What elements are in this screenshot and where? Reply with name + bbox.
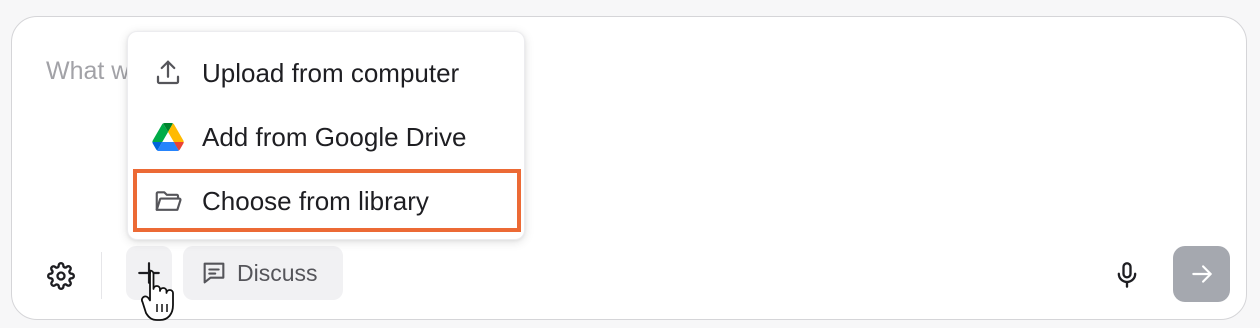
menu-item-upload-from-computer[interactable]: Upload from computer <box>136 45 518 101</box>
folder-open-icon <box>151 184 185 218</box>
menu-item-add-from-google-drive[interactable]: Add from Google Drive <box>136 109 518 165</box>
settings-button[interactable] <box>42 257 80 295</box>
toolbar-divider <box>101 252 102 299</box>
menu-item-label: Add from Google Drive <box>202 121 467 152</box>
attach-plus-button[interactable] <box>126 246 172 300</box>
menu-item-label: Upload from computer <box>202 57 460 88</box>
send-button[interactable] <box>1173 246 1230 302</box>
gear-icon <box>47 262 75 290</box>
attach-menu: Upload from computer Add from Google Dri… <box>127 31 525 240</box>
google-drive-icon <box>151 120 185 154</box>
microphone-button[interactable] <box>1107 254 1147 296</box>
menu-item-label: Choose from library <box>202 185 429 216</box>
discuss-button[interactable]: Discuss <box>183 246 343 300</box>
menu-item-choose-from-library[interactable]: Choose from library <box>136 173 518 229</box>
chat-bubble-icon <box>203 262 225 284</box>
prompt-input-placeholder[interactable]: What w <box>46 57 129 86</box>
discuss-label: Discuss <box>237 259 318 286</box>
plus-icon <box>138 262 160 284</box>
arrow-right-icon <box>1191 265 1212 283</box>
upload-icon <box>151 56 185 90</box>
microphone-icon <box>1117 262 1137 288</box>
